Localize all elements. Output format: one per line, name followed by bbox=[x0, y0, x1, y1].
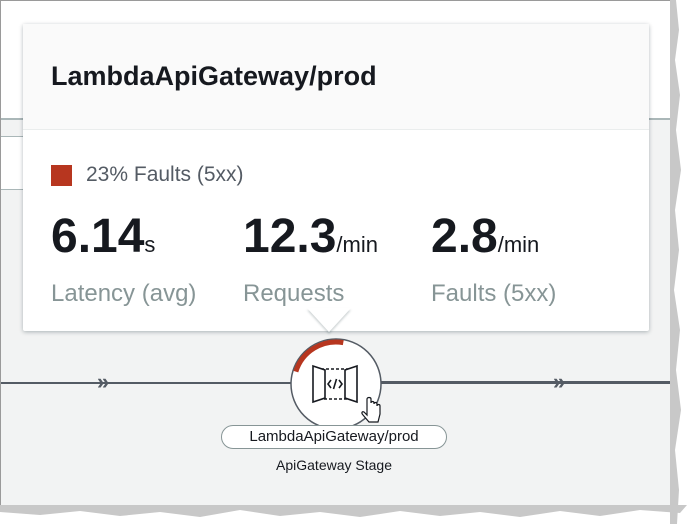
incoming-edge[interactable] bbox=[1, 382, 291, 384]
side-panel-edge bbox=[1, 136, 24, 190]
metric-faults-unit: /min bbox=[497, 232, 540, 257]
metric-latency-unit: s bbox=[144, 232, 156, 257]
fault-swatch bbox=[51, 164, 72, 186]
fault-legend: 23% Faults (5xx) bbox=[51, 163, 244, 186]
metric-requests-value: 12.3 bbox=[243, 210, 337, 263]
outgoing-edge[interactable] bbox=[379, 381, 671, 384]
service-node[interactable] bbox=[289, 337, 383, 431]
metric-requests-unit: /min bbox=[336, 232, 378, 257]
node-name-badge[interactable]: LambdaApiGateway/prod bbox=[221, 425, 447, 449]
popover-title: LambdaApiGateway/prod bbox=[51, 61, 377, 91]
torn-edge-right bbox=[670, 0, 681, 524]
torn-edge-bottom bbox=[0, 505, 687, 517]
service-map-frame: » » LambdaApiGateway/prod ApiGateway Sta… bbox=[0, 0, 672, 507]
outgoing-edge-arrow-icon: » bbox=[553, 369, 566, 394]
metric-requests-label: Requests bbox=[243, 280, 345, 307]
metric-requests: 12.3/min Requests bbox=[243, 210, 378, 308]
metric-faults-value: 2.8 bbox=[431, 210, 498, 263]
metric-faults: 2.8/min Faults (5xx) bbox=[431, 210, 556, 308]
metric-latency: 6.14s Latency (avg) bbox=[51, 210, 196, 308]
node-type-label: ApiGateway Stage bbox=[276, 457, 392, 473]
metric-faults-label: Faults (5xx) bbox=[431, 280, 557, 307]
incoming-edge-arrow-icon: » bbox=[97, 369, 110, 394]
popover-pointer bbox=[307, 308, 351, 332]
popover-header: LambdaApiGateway/prod bbox=[23, 24, 649, 130]
metric-latency-label: Latency (avg) bbox=[51, 280, 197, 307]
metric-latency-value: 6.14 bbox=[51, 210, 145, 263]
node-popover: LambdaApiGateway/prod 23% Faults (5xx) 6… bbox=[23, 24, 649, 331]
fault-legend-label: 23% Faults (5xx) bbox=[86, 163, 244, 186]
